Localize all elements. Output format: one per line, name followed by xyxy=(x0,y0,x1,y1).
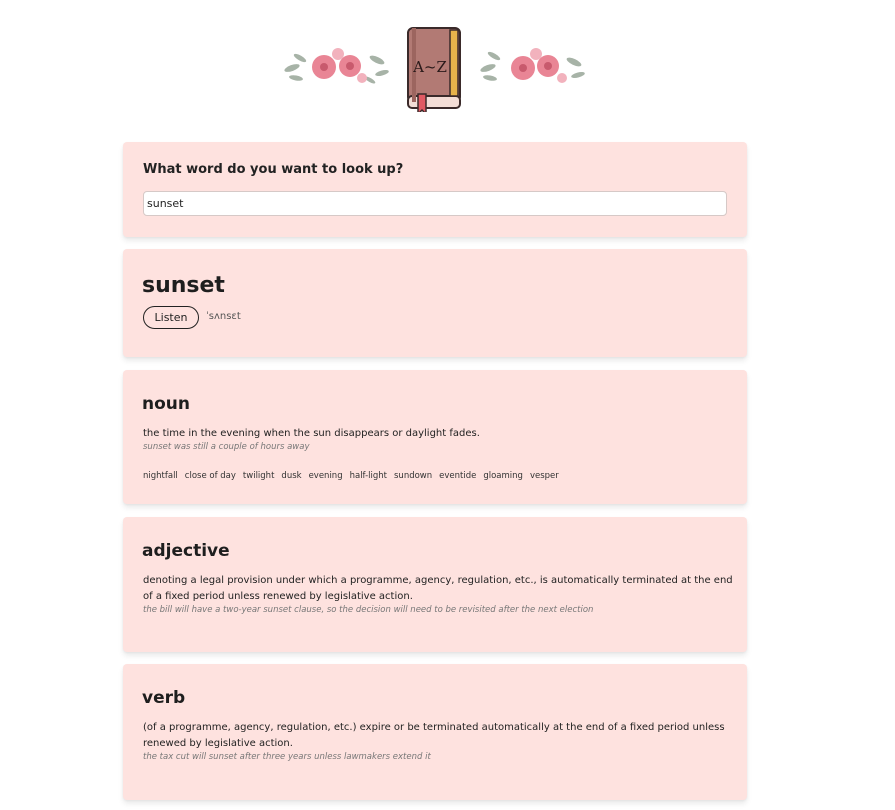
example: the bill will have a two-year sunset cla… xyxy=(143,605,594,615)
synonyms-list: nightfall close of day twilight dusk eve… xyxy=(143,471,559,481)
synonym[interactable]: twilight xyxy=(243,471,275,481)
synonym[interactable]: half-light xyxy=(350,471,387,481)
meaning-card-noun: noun the time in the evening when the su… xyxy=(123,370,747,504)
example: the tax cut will sunset after three year… xyxy=(143,752,431,762)
synonym[interactable]: vesper xyxy=(530,471,559,481)
search-card: What word do you want to look up? xyxy=(123,142,747,237)
listen-button[interactable]: Listen xyxy=(143,306,199,329)
definition: (of a programme, agency, regulation, etc… xyxy=(143,722,725,749)
synonym[interactable]: dusk xyxy=(281,471,301,481)
meaning-card-verb: verb (of a programme, agency, regulation… xyxy=(123,664,747,800)
meaning-card-adjective: adjective denoting a legal provision und… xyxy=(123,517,747,652)
definition: denoting a legal provision under which a… xyxy=(143,575,733,602)
flower-decoration-left xyxy=(284,48,389,84)
definition: the time in the evening when the sun dis… xyxy=(143,428,480,439)
part-of-speech: adjective xyxy=(142,541,230,561)
synonym[interactable]: close of day xyxy=(185,471,236,481)
svg-text:A~Z: A~Z xyxy=(412,58,447,76)
synonym[interactable]: gloaming xyxy=(483,471,523,481)
flower-decoration-right xyxy=(480,48,585,83)
word-title: sunset xyxy=(142,273,225,298)
word-header-card: sunset Listen ˈsʌnsɛt xyxy=(123,249,747,357)
part-of-speech: verb xyxy=(142,688,186,708)
synonym[interactable]: sundown xyxy=(394,471,432,481)
phonetic-text: ˈsʌnsɛt xyxy=(206,311,241,322)
part-of-speech: noun xyxy=(142,394,190,414)
example: sunset was still a couple of hours away xyxy=(143,442,310,452)
synonym[interactable]: eventide xyxy=(439,471,476,481)
search-question: What word do you want to look up? xyxy=(143,162,404,177)
synonym[interactable]: nightfall xyxy=(143,471,178,481)
synonym[interactable]: evening xyxy=(309,471,343,481)
header: A~Z xyxy=(0,18,895,118)
dictionary-book-icon: A~Z xyxy=(407,27,461,112)
search-input[interactable] xyxy=(143,191,727,216)
